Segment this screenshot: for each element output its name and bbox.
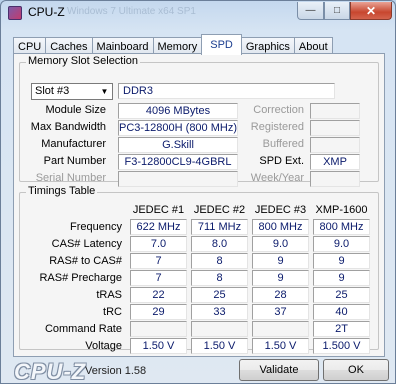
timings-cell: 9: [252, 253, 309, 269]
timings-row-label: Command Rate: [44, 323, 122, 335]
timings-cell: 7: [130, 270, 187, 286]
manufacturer-value: G.Skill: [118, 137, 238, 153]
manufacturer-label: Manufacturer: [41, 138, 106, 150]
timings-cell: 29: [130, 304, 187, 320]
week-year-label: Week/Year: [250, 172, 304, 184]
timings-column-header: JEDEC #2: [193, 204, 246, 216]
timings-cell: 22: [130, 287, 187, 303]
timings-cell: 800 MHz: [313, 219, 370, 235]
version-label: Version 1.58: [85, 365, 147, 377]
spd-panel: Memory Slot Selection Slot #3 ▼ DDR3 Mod…: [13, 53, 385, 357]
memory-slot-group: Memory Slot Selection Slot #3 ▼ DDR3 Mod…: [19, 55, 379, 187]
memory-slot-group-title: Memory Slot Selection: [26, 55, 141, 67]
timings-cell: 1.50 V: [130, 338, 187, 354]
chevron-down-icon[interactable]: ▼: [98, 85, 111, 98]
timings-cell: 1.50 V: [252, 338, 309, 354]
part-number-label: Part Number: [43, 155, 106, 167]
timings-cell: 711 MHz: [191, 219, 248, 235]
spd-ext-label: SPD Ext.: [259, 155, 304, 167]
max-bandwidth-value: PC3-12800H (800 MHz): [118, 120, 238, 136]
cpuz-app-icon: [8, 6, 22, 20]
registered-value: [310, 120, 360, 136]
timings-row-label: tRAS: [96, 289, 122, 301]
correction-label: Correction: [253, 104, 304, 116]
timings-cell: 800 MHz: [252, 219, 309, 235]
timings-column-header: JEDEC #3: [254, 204, 307, 216]
memory-type-field: DDR3: [118, 83, 335, 99]
slot-select[interactable]: Slot #3 ▼: [31, 83, 113, 100]
footer-bar: CPU-Z Version 1.58 Validate OK: [1, 357, 395, 384]
timings-cell: 8.0: [191, 236, 248, 252]
cpuz-window: CPU-Z Windows 7 Ultimate x64 SP1 — □ ✕ C…: [0, 0, 396, 384]
timings-column-header: JEDEC #1: [132, 204, 185, 216]
timings-cell: 25: [191, 287, 248, 303]
timings-row-label: RAS# Precharge: [39, 272, 122, 284]
timings-cell: 28: [252, 287, 309, 303]
part-number-value: F3-12800CL9-4GBRL: [118, 154, 238, 170]
week-year-value: [310, 171, 360, 187]
correction-value: [310, 103, 360, 119]
window-title: CPU-Z: [28, 5, 65, 19]
maximize-button[interactable]: □: [324, 2, 350, 20]
serial-number-label: Serial Number: [35, 172, 106, 184]
spd-ext-value: XMP: [310, 154, 360, 170]
timings-cell: 9: [252, 270, 309, 286]
background-window-title: Windows 7 Ultimate x64 SP1: [67, 6, 196, 17]
title-bar[interactable]: CPU-Z Windows 7 Ultimate x64 SP1 — □ ✕: [1, 1, 395, 25]
tab-spd[interactable]: SPD: [201, 34, 242, 55]
buffered-label: Buffered: [262, 138, 304, 150]
timings-cell: 40: [313, 304, 370, 320]
timings-cell: 622 MHz: [130, 219, 187, 235]
timings-group-title: Timings Table: [26, 185, 98, 197]
timings-cell: [130, 321, 187, 337]
timings-cell: 7: [130, 253, 187, 269]
timings-cell: 25: [313, 287, 370, 303]
timings-group: Timings Table JEDEC #1 JEDEC #2 JEDEC #3 XM…: [19, 185, 379, 354]
tab-strip: CPU Caches Mainboard Memory SPD Graphics…: [13, 34, 333, 55]
slot-select-value: Slot #3: [35, 85, 70, 97]
timings-cell: 9.0: [252, 236, 309, 252]
timings-cell: 37: [252, 304, 309, 320]
registered-label: Registered: [250, 121, 304, 133]
cpuz-logo: CPU-Z: [14, 359, 87, 384]
timings-cell: [252, 321, 309, 337]
serial-number-value: [118, 171, 238, 187]
timings-cell: [191, 321, 248, 337]
timings-row-label: RAS# to CAS#: [49, 255, 122, 267]
timings-cell: 1.500 V: [313, 338, 370, 354]
timings-cell: 9: [313, 253, 370, 269]
timings-row-label: tRC: [103, 306, 122, 318]
max-bandwidth-label: Max Bandwidth: [30, 121, 106, 133]
close-button[interactable]: ✕: [350, 2, 392, 20]
timings-cell: 9: [313, 270, 370, 286]
timings-cell: 8: [191, 270, 248, 286]
minimize-button[interactable]: —: [297, 2, 324, 20]
timings-cell: 7.0: [130, 236, 187, 252]
timings-cell: 8: [191, 253, 248, 269]
buffered-value: [310, 137, 360, 153]
module-size-label: Module Size: [45, 104, 106, 116]
timings-cell: 9.0: [313, 236, 370, 252]
validate-button[interactable]: Validate: [239, 359, 319, 381]
ok-button[interactable]: OK: [323, 359, 389, 381]
module-size-value: 4096 MBytes: [118, 103, 238, 119]
timings-row-label: Frequency: [70, 221, 122, 233]
timings-cell: 33: [191, 304, 248, 320]
timings-row-label: Voltage: [85, 340, 122, 352]
timings-row-label: CAS# Latency: [51, 238, 122, 250]
timings-cell: 1.50 V: [191, 338, 248, 354]
timings-cell: 2T: [313, 321, 370, 337]
timings-column-header: XMP-1600: [315, 204, 368, 216]
